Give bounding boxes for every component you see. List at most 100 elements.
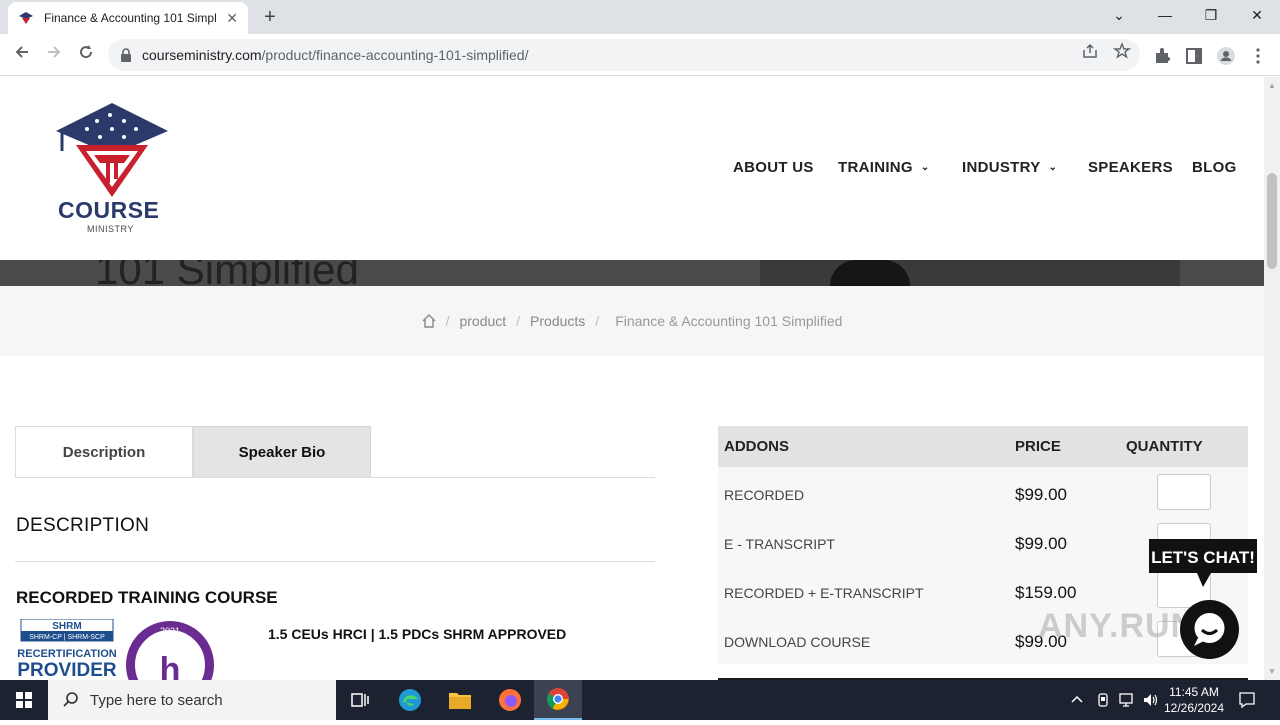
nav-label: BLOG [1192, 159, 1237, 176]
minimize-icon[interactable]: — [1142, 0, 1188, 30]
new-tab-button[interactable]: + [258, 6, 282, 30]
nav-label: SPEAKERS [1088, 159, 1173, 176]
shrm-badge-line1: RECERTIFICATION [17, 648, 116, 660]
search-icon [63, 692, 78, 707]
recorded-course-heading: RECORDED TRAINING COURSE [16, 588, 278, 607]
clock-time: 11:45 AM [1169, 685, 1219, 699]
forward-icon[interactable] [40, 42, 68, 68]
header-price: PRICE [1015, 438, 1061, 455]
taskbar-clock[interactable]: 11:45 AM 12/26/2024 [1160, 684, 1228, 716]
bookmark-star-icon[interactable] [1113, 42, 1131, 60]
task-view-icon[interactable] [336, 680, 384, 720]
hero-photo [760, 260, 1180, 286]
tab-search-icon[interactable]: ⌄ [1096, 0, 1142, 30]
web-page: COURSE MINISTRY ABOUT US TRAINING ⌄ INDUS… [0, 77, 1264, 680]
file-explorer-icon[interactable] [436, 680, 484, 720]
scroll-down-icon[interactable]: ▼ [1268, 667, 1276, 676]
shrm-badge-mid: SHRM-CP | SHRM-SCP [29, 634, 105, 641]
nav-label: TRAINING [838, 159, 913, 176]
breadcrumb-separator: / [445, 313, 450, 329]
nav-speakers[interactable]: SPEAKERS [1088, 159, 1173, 176]
menu-kebab-icon[interactable] [1248, 46, 1268, 66]
breadcrumb-product[interactable]: product [459, 313, 506, 329]
notification-icon[interactable] [1238, 680, 1256, 720]
credits-text: 1.5 CEUs HRCI | 1.5 PDCs SHRM APPROVED [268, 626, 567, 642]
breadcrumb-separator: / [595, 313, 600, 329]
product-tabs: Description Speaker Bio [15, 426, 371, 478]
addon-price: $159.00 [1015, 583, 1077, 602]
nav-label: ABOUT US [733, 159, 814, 176]
addon-name: E - TRANSCRIPT [724, 536, 835, 552]
nav-blog[interactable]: BLOG [1192, 159, 1237, 176]
clock-date: 12/26/2024 [1163, 701, 1225, 715]
tab-title: Finance & Accounting 101 Simplified [44, 11, 216, 25]
chat-icon [1194, 613, 1225, 646]
description-divider [15, 561, 655, 562]
tab-close-icon[interactable]: ✕ [226, 10, 238, 27]
browser-toolbar: courseministry.com/product/finance-accou… [0, 34, 1280, 76]
shrm-badge-line2: PROVIDER [17, 660, 117, 680]
hrci-badge-year: 2021 [160, 626, 180, 636]
hero-silhouette [830, 260, 910, 286]
url-text: courseministry.com/product/finance-accou… [142, 47, 529, 63]
profile-icon[interactable] [1216, 46, 1236, 66]
lock-icon [121, 48, 131, 62]
site-header: COURSE MINISTRY ABOUT US TRAINING ⌄ INDUS… [0, 77, 1264, 260]
addons-header: ADDONS PRICE QUANTITY [718, 426, 1248, 467]
windows-taskbar: Type here to search 11:45 AM 12/26/2024 [0, 680, 1280, 720]
shrm-badge-top: SHRM [52, 621, 81, 632]
page-scrollbar[interactable]: ▲ ▼ [1264, 77, 1280, 680]
scroll-thumb[interactable] [1267, 173, 1277, 269]
hrci-badge-letter: h [160, 651, 181, 680]
search-placeholder: Type here to search [90, 691, 223, 709]
breadcrumb-separator: / [516, 313, 521, 329]
volume-icon[interactable] [1142, 680, 1160, 720]
quantity-input[interactable] [1157, 474, 1211, 510]
nav-training[interactable]: TRAINING ⌄ [838, 159, 930, 176]
chrome-icon[interactable] [534, 680, 582, 720]
tab-divider [15, 477, 655, 478]
logo-subtitle: MINISTRY [87, 224, 134, 234]
edge-icon[interactable] [386, 680, 434, 720]
nav-about-us[interactable]: ABOUT US [733, 159, 814, 176]
scroll-up-icon[interactable]: ▲ [1268, 81, 1276, 90]
addon-name: RECORDED + E-TRANSCRIPT [724, 585, 924, 601]
tab-speaker-bio[interactable]: Speaker Bio [193, 426, 371, 478]
chat-label: LET'S CHAT! [1151, 548, 1255, 567]
nav-industry[interactable]: INDUSTRY ⌄ [962, 159, 1057, 176]
addon-row: RECORDED $99.00 [718, 474, 1248, 523]
tray-chevron-icon[interactable] [1070, 680, 1084, 720]
hrci-badge: 2021 h [126, 621, 214, 680]
hero-banner: 101 Simplified [0, 260, 1264, 286]
address-bar[interactable]: courseministry.com/product/finance-accou… [108, 39, 1140, 71]
back-icon[interactable] [8, 42, 36, 68]
browser-tab-strip: Finance & Accounting 101 Simplified ✕ + … [0, 0, 1280, 34]
header-quantity: QUANTITY [1126, 438, 1203, 455]
tab-description[interactable]: Description [15, 426, 193, 478]
reload-icon[interactable] [72, 42, 100, 68]
share-icon[interactable] [1081, 42, 1099, 60]
header-addons: ADDONS [724, 438, 790, 455]
chat-label-bubble[interactable]: LET'S CHAT! [1145, 537, 1261, 589]
site-favicon-icon [19, 12, 33, 24]
network-icon[interactable] [1118, 680, 1136, 720]
logo-wordmark: COURSE [58, 197, 160, 223]
taskbar-search[interactable]: Type here to search [48, 680, 336, 720]
extensions-icon[interactable] [1152, 46, 1172, 66]
home-icon[interactable] [422, 314, 436, 328]
side-panel-icon[interactable] [1184, 46, 1204, 66]
usb-icon[interactable] [1095, 680, 1111, 720]
breadcrumb-products[interactable]: Products [530, 313, 585, 329]
addon-name: DOWNLOAD COURSE [724, 634, 871, 650]
nav-label: INDUSTRY [962, 159, 1041, 176]
addon-name: RECORDED [724, 487, 805, 503]
start-button[interactable] [0, 680, 48, 720]
shrm-provider-badge: SHRM SHRM-CP | SHRM-SCP RECERTIFICATION … [17, 619, 117, 680]
restore-icon[interactable]: ❐ [1188, 0, 1234, 30]
windows-logo-icon [16, 692, 32, 708]
firefox-icon[interactable] [486, 680, 534, 720]
close-window-icon[interactable]: ✕ [1234, 0, 1280, 30]
browser-tab[interactable]: Finance & Accounting 101 Simplified ✕ [8, 2, 248, 34]
chevron-down-icon: ⌄ [1048, 162, 1058, 173]
chat-button[interactable] [1180, 600, 1239, 659]
